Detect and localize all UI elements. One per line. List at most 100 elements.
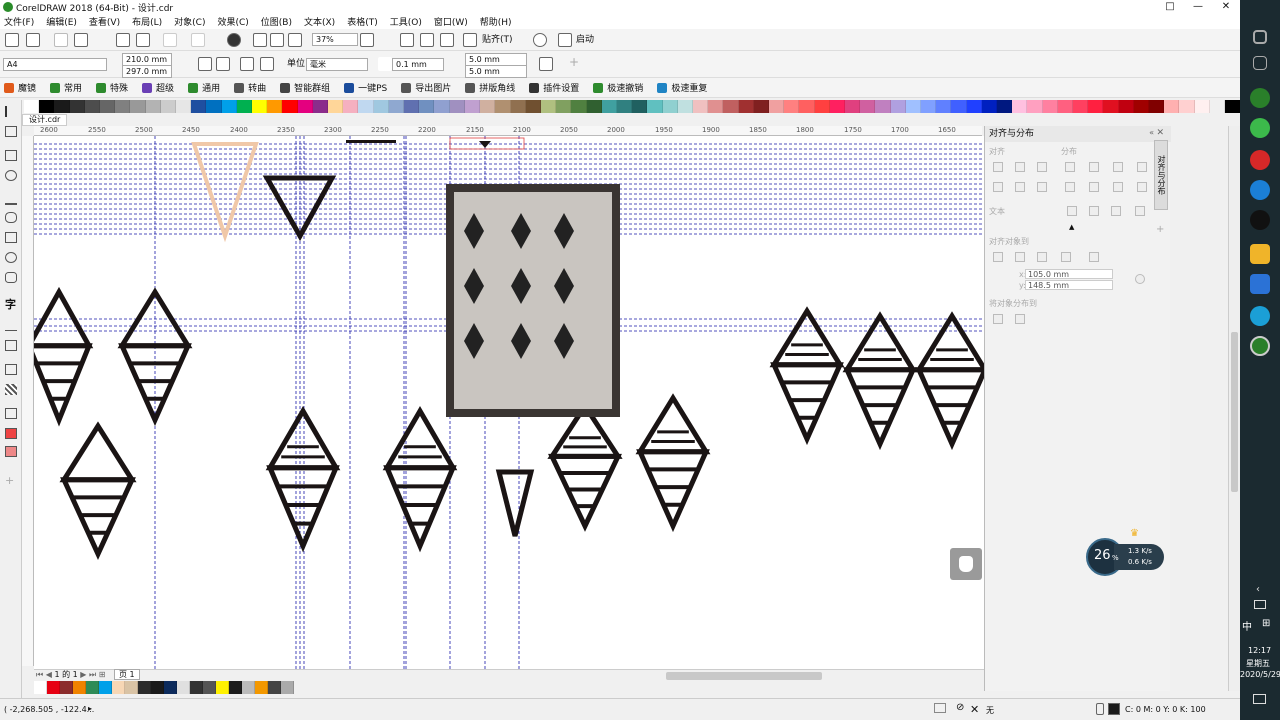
close-button[interactable]: ✕ [1212,0,1240,14]
palette-swatch[interactable] [115,100,131,113]
triangle-glyph[interactable] [842,311,918,451]
menu-file[interactable]: 文件(F) [4,15,34,28]
document-palette-swatch[interactable] [242,681,255,694]
palette-swatch[interactable] [966,100,982,113]
align-active-object-icon[interactable] [993,252,1003,262]
units-select[interactable]: 毫米 [306,58,368,71]
palette-swatch[interactable] [784,100,800,113]
palette-swatch[interactable] [1057,100,1074,113]
palette-swatch[interactable] [54,100,70,113]
palette-swatch[interactable] [282,100,298,113]
palette-swatch[interactable] [890,100,906,113]
smart-fill-icon[interactable] [5,446,17,457]
distribute-bottom-icon[interactable] [1113,182,1123,192]
menu-view[interactable]: 查看(V) [89,15,120,28]
plugin-common[interactable]: 常用 [50,81,82,94]
document-palette-swatch[interactable] [34,681,47,694]
restore-button[interactable]: □ [1156,0,1184,14]
corel-connect-icon[interactable] [227,33,241,47]
text-first-line-icon[interactable] [1067,206,1077,216]
clock-date[interactable]: 2020/5/29 [1240,670,1280,679]
document-palette-swatch[interactable] [86,681,99,694]
palette-swatch[interactable] [1088,100,1104,113]
publish-pdf-icon[interactable] [288,33,302,47]
distribute-selection-icon[interactable] [993,314,1003,324]
palette-swatch[interactable] [69,100,85,113]
menu-object[interactable]: 对象(C) [174,15,205,28]
options-gear-icon[interactable] [533,33,547,47]
document-tab[interactable]: 设计.cdr [22,114,68,126]
new-document-icon[interactable] [5,33,19,47]
document-palette-swatch[interactable] [203,681,216,694]
ime-mode-icon[interactable]: ⊞ [1262,618,1270,629]
palette-swatch[interactable] [358,100,374,113]
palette-swatch[interactable] [1042,100,1058,113]
distribute-spacing-h-icon[interactable] [1137,162,1147,172]
color-palette[interactable] [24,100,1241,113]
palette-swatch[interactable] [495,100,511,113]
wechat-icon[interactable] [1250,118,1270,138]
palette-swatch[interactable] [738,100,754,113]
zoom-tool-icon[interactable] [5,170,17,181]
docker-vertical-tab[interactable]: 对齐与分布 [1154,140,1168,210]
page-height-field[interactable]: 297.0 mm [122,65,172,78]
palette-swatch[interactable] [328,100,344,113]
palette-swatch[interactable] [799,100,815,113]
palette-swatch[interactable] [464,100,481,113]
palette-swatch[interactable] [586,100,602,113]
triangle-glyph[interactable] [265,406,341,553]
palette-swatch[interactable] [723,100,739,113]
text-bounding-box-icon[interactable] [1111,206,1121,216]
plugin-mojing[interactable]: 魔镜 [4,81,36,94]
artistic-media-icon[interactable] [5,212,17,223]
network-tray-icon[interactable] [1254,600,1266,609]
notification-icon[interactable] [1253,694,1266,704]
palette-swatch[interactable] [297,100,313,113]
ime-language[interactable]: 中 [1242,618,1252,633]
show-rulers-icon[interactable] [440,33,454,47]
palette-swatch[interactable] [206,100,222,113]
snap-to-dropdown[interactable]: 贴齐(T) [482,34,513,46]
palette-swatch[interactable] [24,100,40,113]
vertical-scrollbar[interactable] [1228,126,1240,691]
palette-swatch[interactable] [951,100,967,113]
palette-swatch[interactable] [647,100,663,113]
plugin-special[interactable]: 特殊 [96,81,128,94]
menu-help[interactable]: 帮助(H) [480,15,512,28]
align-bottom-icon[interactable] [1037,182,1047,192]
document-palette-swatch[interactable] [60,681,73,694]
first-page-icon[interactable]: ⏮ [36,670,43,679]
open-folder-icon[interactable] [26,33,40,47]
triangle-glyph[interactable] [914,311,984,451]
palette-swatch[interactable] [404,100,420,113]
palette-swatch[interactable] [39,100,55,113]
align-page-edge-icon[interactable] [1015,252,1025,262]
distribute-spacing-v-icon[interactable] [1137,182,1147,192]
plugin-convert-curves[interactable]: 转曲 [234,81,266,94]
all-pages-icon[interactable] [240,57,254,71]
undo-icon[interactable] [163,33,177,47]
y-position-field[interactable]: 148.5 mm [1025,280,1113,290]
interactive-fill-icon[interactable] [5,428,17,439]
palette-swatch[interactable] [1179,100,1195,113]
palette-swatch[interactable] [997,100,1013,113]
palette-swatch[interactable] [510,100,526,113]
triangle-glyph[interactable] [59,421,137,561]
palette-swatch[interactable] [1118,100,1134,113]
align-top-icon[interactable] [993,182,1003,192]
portrait-icon[interactable] [198,57,212,71]
export-icon[interactable] [270,33,284,47]
vertical-scrollbar-thumb[interactable] [1231,332,1238,492]
document-palette-swatch[interactable] [112,681,125,694]
palette-swatch[interactable] [100,100,116,113]
plugin-settings[interactable]: 插件设置 [529,81,579,94]
file-explorer-icon[interactable] [1250,244,1270,264]
palette-swatch[interactable] [434,100,450,113]
palette-swatch[interactable] [1194,100,1210,113]
palette-swatch[interactable] [1225,100,1241,113]
triangle-glyph[interactable] [769,306,845,446]
desktop-square-icon[interactable] [1253,30,1267,44]
palette-swatch[interactable] [936,100,952,113]
add-tool-icon[interactable]: + [5,474,17,487]
text-last-line-icon[interactable] [1089,206,1099,216]
